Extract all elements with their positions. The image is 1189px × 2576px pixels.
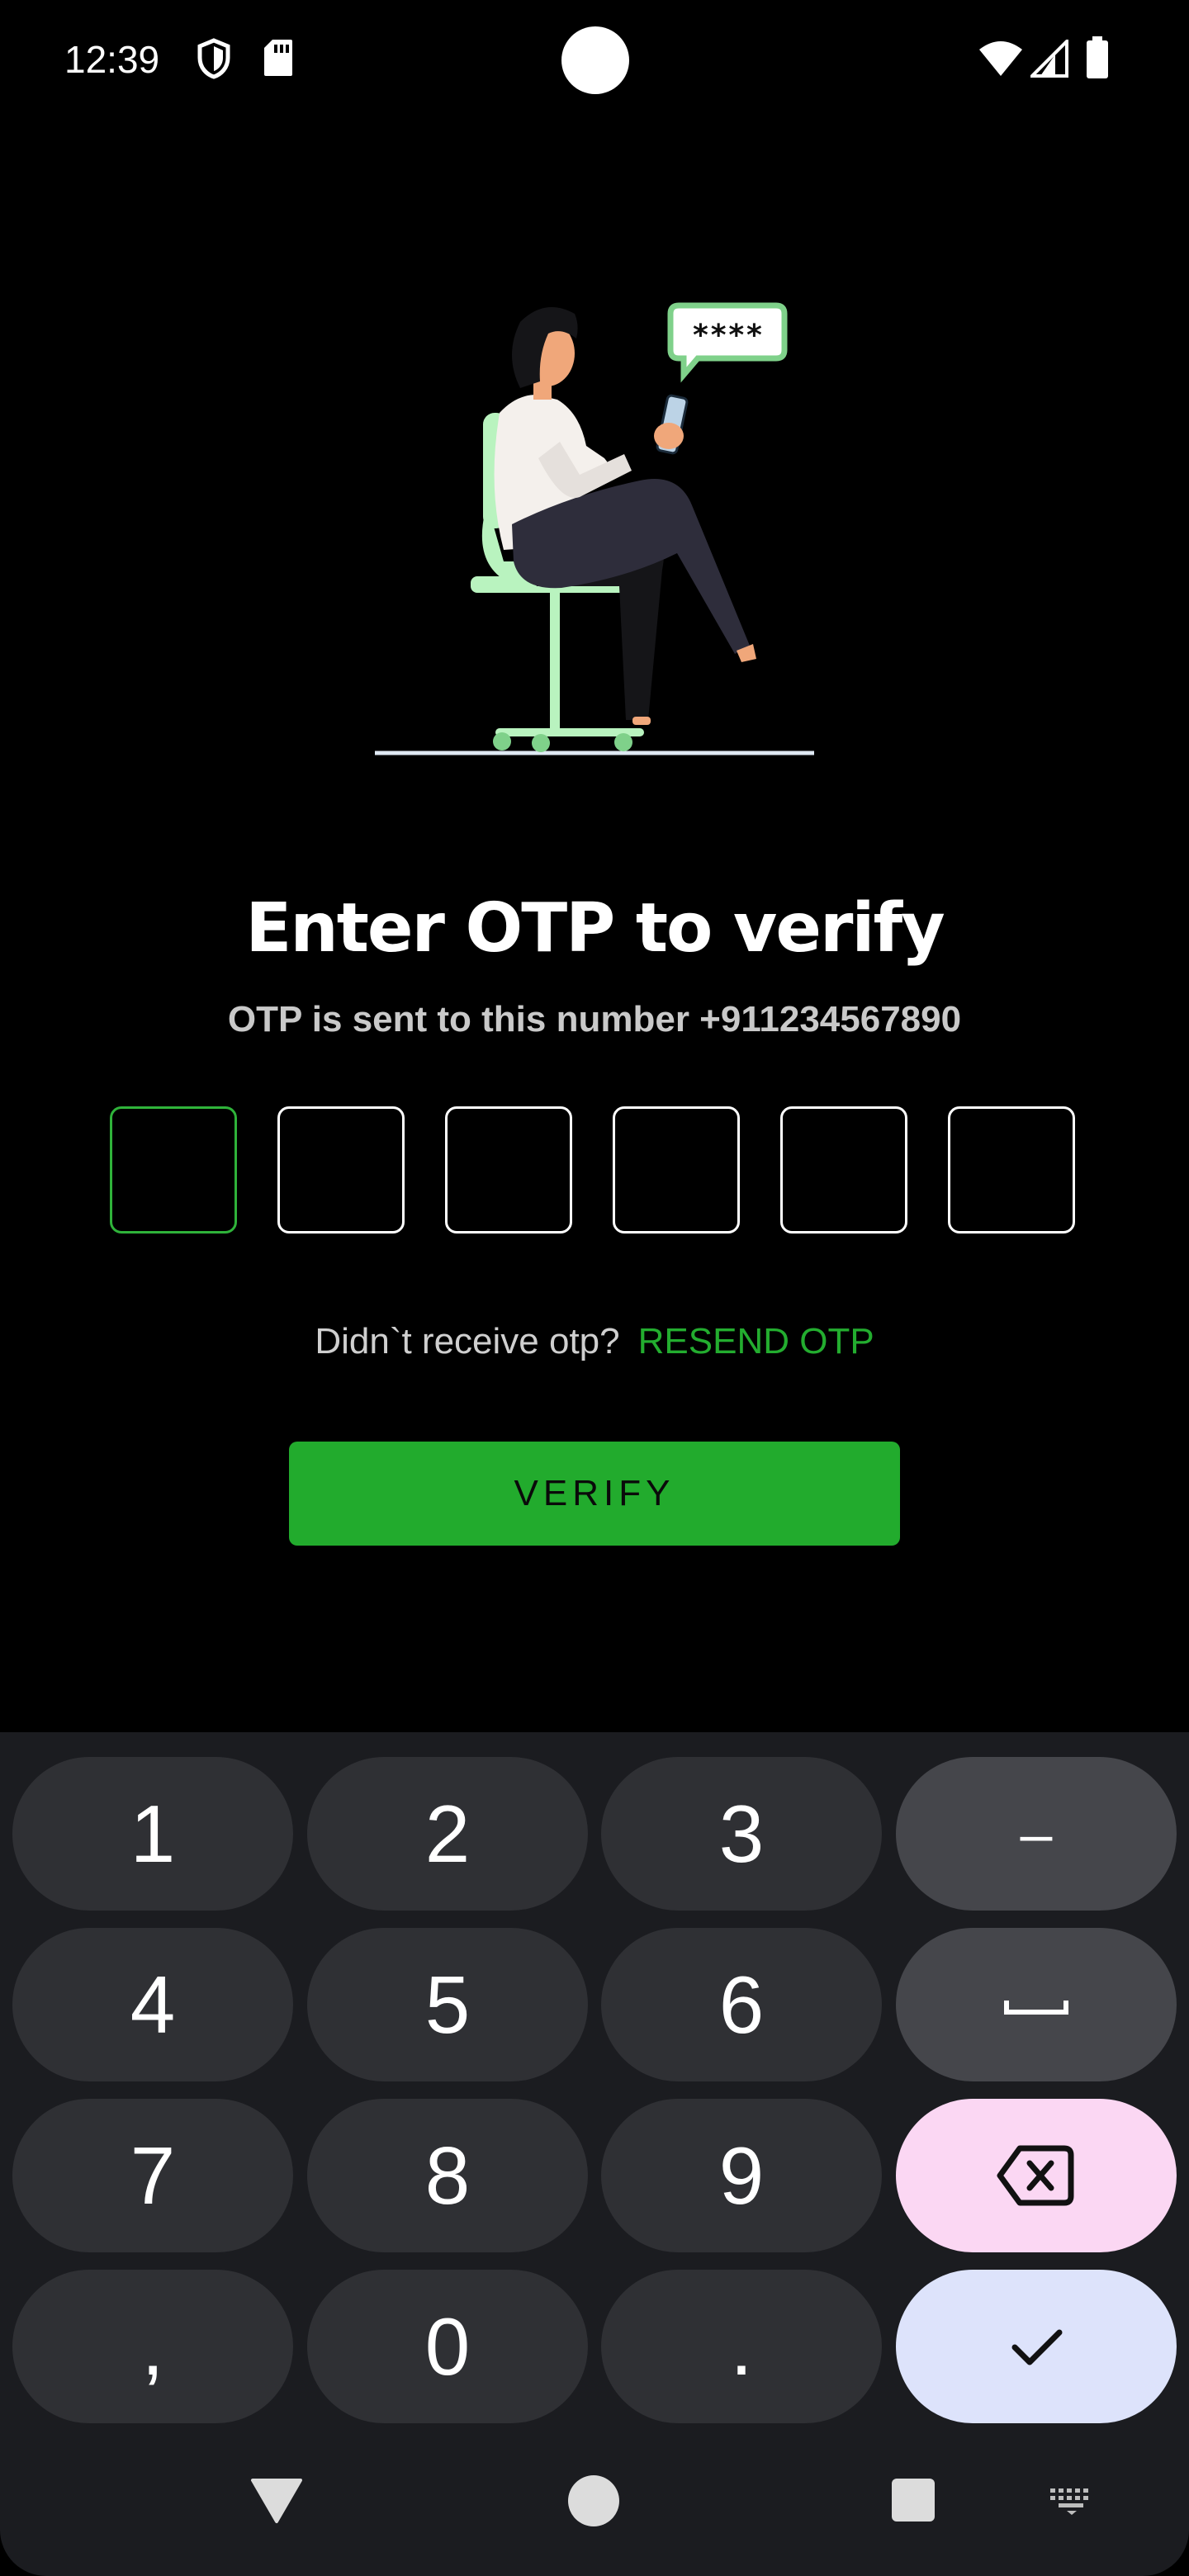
key-period[interactable]: .: [601, 2270, 882, 2423]
camera-cutout: [561, 26, 629, 94]
battery-icon: [1087, 36, 1108, 78]
page-title: Enter OTP to verify: [245, 889, 945, 968]
key-space[interactable]: [896, 1928, 1177, 2081]
bubble-text: ****: [692, 319, 764, 353]
key-0[interactable]: 0: [307, 2270, 588, 2423]
space-bar-icon: [1004, 2001, 1068, 2015]
key-9[interactable]: 9: [601, 2099, 882, 2252]
otp-input-row: [110, 1106, 1080, 1237]
otp-digit-4[interactable]: [613, 1106, 740, 1234]
status-bar: 12:39: [0, 0, 1189, 124]
screen: 12:39 **** Enter OTP to verify OTP is se…: [0, 0, 1189, 2576]
key-backspace[interactable]: [896, 2099, 1177, 2252]
wifi-icon: [979, 41, 1022, 76]
otp-digit-5[interactable]: [780, 1106, 907, 1234]
otp-digit-3[interactable]: [445, 1106, 572, 1234]
navigation-bar: [0, 2444, 1189, 2559]
key-comma[interactable]: ,: [12, 2270, 293, 2423]
resend-otp-link[interactable]: RESEND OTP: [638, 1321, 874, 1361]
key-done[interactable]: [896, 2270, 1177, 2423]
checkmark-icon: [1011, 2329, 1063, 2365]
otp-digit-6[interactable]: [948, 1106, 1075, 1234]
message-bubble-icon: ****: [667, 302, 788, 383]
shield-icon: [197, 38, 230, 79]
verify-button[interactable]: VERIFY: [289, 1442, 900, 1546]
key-3[interactable]: 3: [601, 1757, 882, 1911]
resend-question: Didn`t receive otp?: [315, 1321, 620, 1361]
keyboard-switch-icon[interactable]: [1049, 2487, 1095, 2517]
key-dash[interactable]: –: [896, 1757, 1177, 1911]
key-6[interactable]: 6: [601, 1928, 882, 2081]
key-4[interactable]: 4: [12, 1928, 293, 2081]
sd-card-icon: [264, 40, 292, 76]
key-1[interactable]: 1: [12, 1757, 293, 1911]
signal-icon: [1030, 40, 1068, 78]
person-illustration: [494, 307, 756, 725]
key-2[interactable]: 2: [307, 1757, 588, 1911]
otp-digit-1[interactable]: [110, 1106, 237, 1234]
recents-icon[interactable]: [890, 2477, 936, 2523]
status-time: 12:39: [64, 38, 160, 81]
key-7[interactable]: 7: [12, 2099, 293, 2252]
page-subtitle: OTP is sent to this number +911234567890: [227, 999, 962, 1039]
key-5[interactable]: 5: [307, 1928, 588, 2081]
key-8[interactable]: 8: [307, 2099, 588, 2252]
backspace-icon: [997, 2145, 1074, 2206]
otp-illustration: ****: [375, 302, 814, 755]
otp-digit-2[interactable]: [277, 1106, 405, 1234]
resend-row: Didn`t receive otp? RESEND OTP: [0, 1313, 1189, 1371]
back-icon[interactable]: [248, 2475, 306, 2525]
home-icon[interactable]: [566, 2474, 621, 2528]
